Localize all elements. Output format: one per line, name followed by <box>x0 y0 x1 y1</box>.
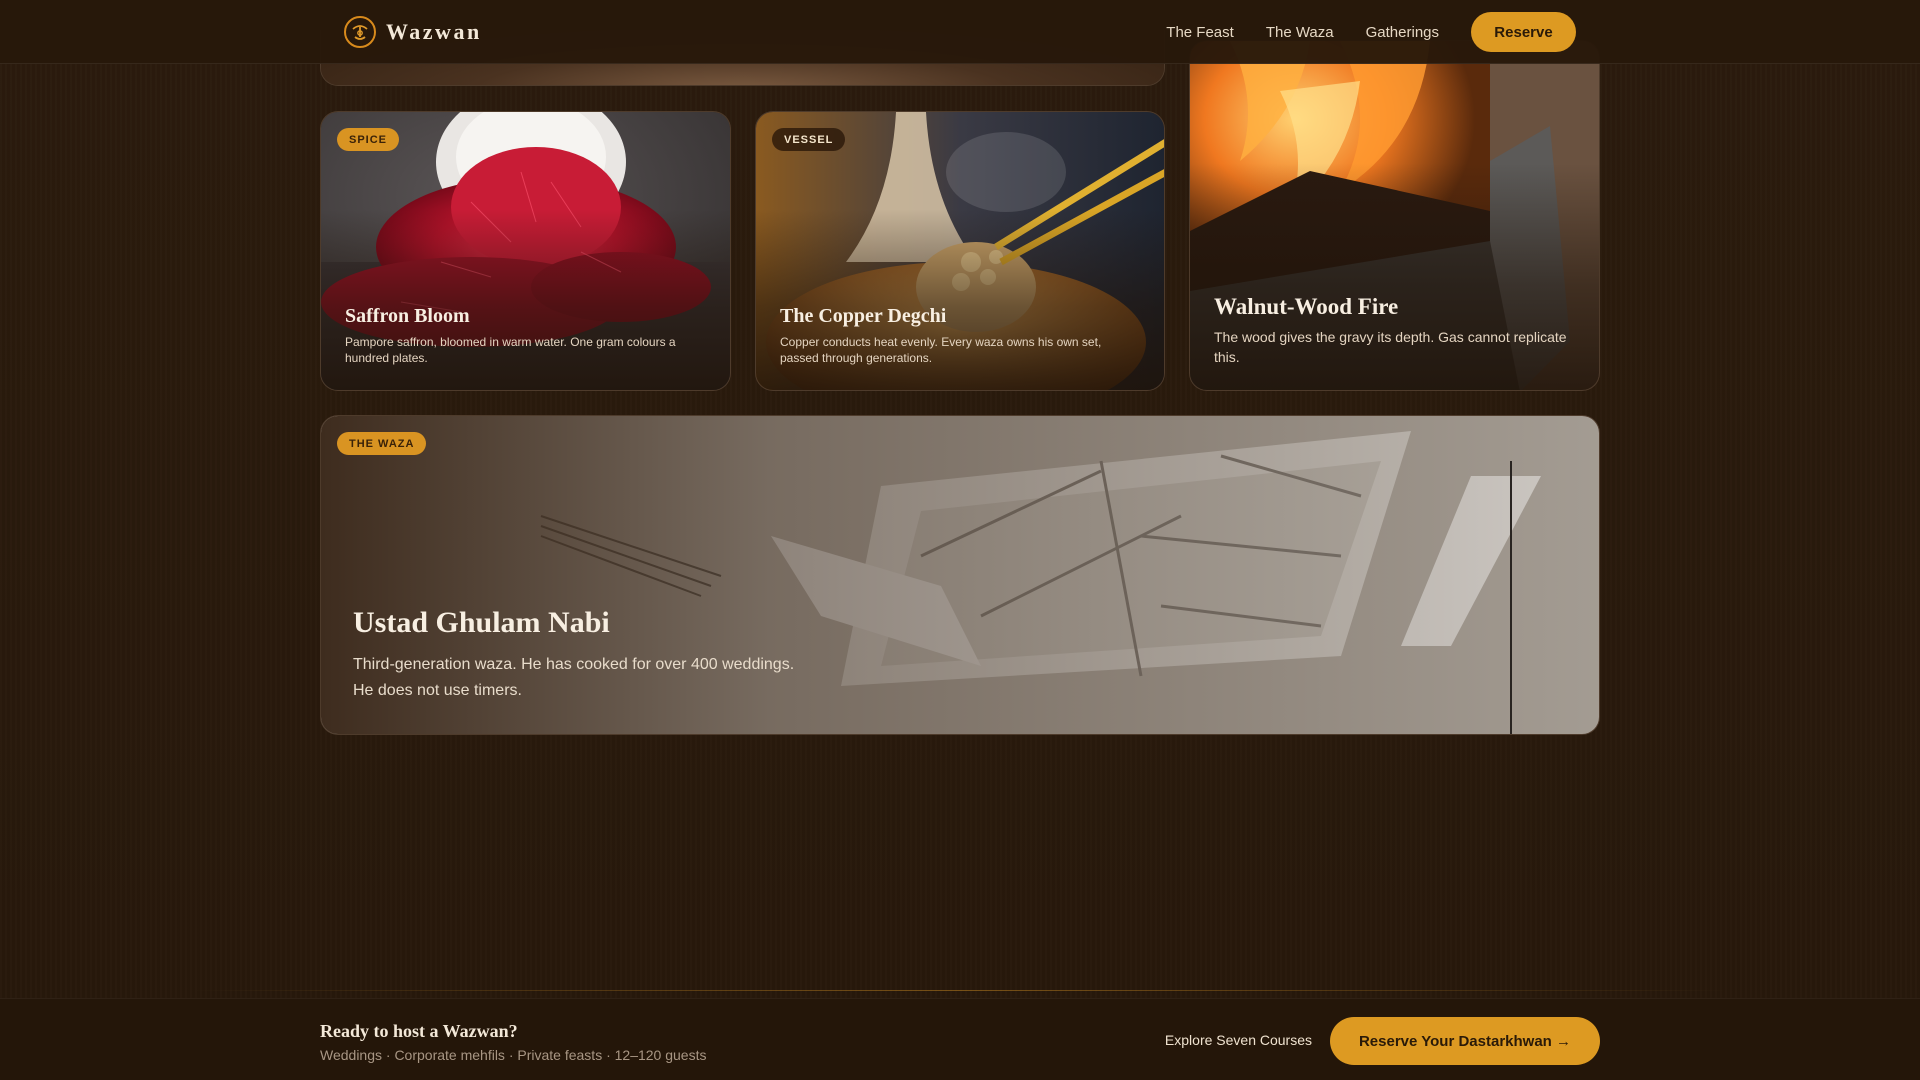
nav-link-gatherings[interactable]: Gatherings <box>1366 24 1439 41</box>
site-header: Wazwan The Feast The Waza Gatherings Res… <box>0 0 1920 64</box>
card-saffron-bloom[interactable]: SPICE Saffron Bloom Pampore saffron, blo… <box>320 111 731 391</box>
footer-subtitle: Weddings · Corporate mehfils · Private f… <box>320 1047 707 1063</box>
footer-title: Ready to host a Wazwan? <box>320 1021 518 1041</box>
nav-link-the-waza[interactable]: The Waza <box>1266 24 1334 41</box>
card-desc-degchi: Copper conducts heat evenly. Every waza … <box>780 335 1102 365</box>
nav-link-the-feast[interactable]: The Feast <box>1166 24 1234 41</box>
card-title-saffron: Saffron Bloom <box>345 305 470 327</box>
card-the-waza[interactable]: THE WAZA Ustad Ghulam Nabi Third-generat… <box>320 415 1600 735</box>
brand-logo-icon <box>344 16 376 48</box>
main-nav: The Feast The Waza Gatherings Reserve <box>1166 12 1576 52</box>
reserve-button[interactable]: Reserve <box>1471 12 1576 52</box>
waza-title: Ustad Ghulam Nabi <box>353 606 610 639</box>
reservation-bar: Ready to host a Wazwan? Weddings · Corpo… <box>0 998 1920 1080</box>
card-desc-fire: The wood gives the gravy its depth. Gas … <box>1214 329 1567 365</box>
waza-desc-line-2: He does not use timers. <box>353 682 522 699</box>
waza-desc: Third-generation waza. He has cooked for… <box>353 652 873 704</box>
footer-divider <box>0 990 1920 991</box>
card-title-fire: Walnut-Wood Fire <box>1214 294 1399 319</box>
badge-vessel: VESSEL <box>772 128 846 151</box>
brand-name: Wazwan <box>386 19 482 44</box>
card-copper-degchi[interactable]: VESSEL The Copper Degchi Copper conducts… <box>755 111 1165 391</box>
reserve-dastarkhwan-button[interactable]: Reserve Your Dastarkhwan → <box>1330 1017 1600 1065</box>
card-walnut-wood-fire[interactable]: Walnut-Wood Fire The wood gives the grav… <box>1189 40 1600 391</box>
explore-courses-link[interactable]: Explore Seven Courses <box>1165 1032 1312 1048</box>
badge-the-waza: THE WAZA <box>337 432 427 455</box>
card-desc-saffron: Pampore saffron, bloomed in warm water. … <box>345 335 676 365</box>
card-title-degchi: The Copper Degchi <box>780 305 947 327</box>
waza-desc-line-1: Third-generation waza. He has cooked for… <box>353 656 795 673</box>
badge-spice: SPICE <box>337 128 400 151</box>
brand[interactable]: Wazwan <box>344 16 482 48</box>
